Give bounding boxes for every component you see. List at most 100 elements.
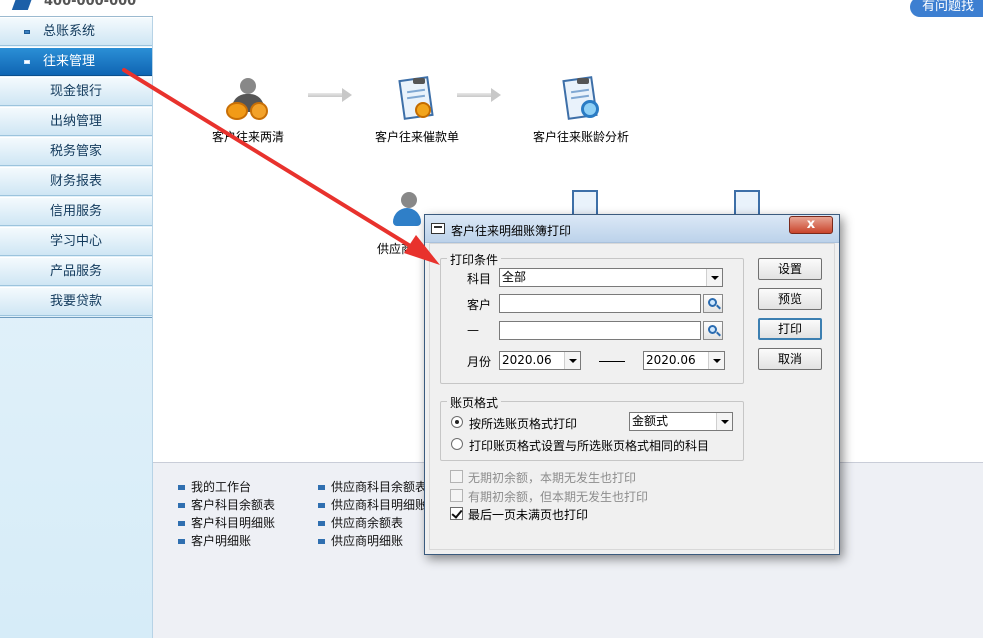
- flow-node-aging-analysis[interactable]: 客户往来账龄分析: [521, 76, 641, 145]
- print-last-page-label: 最后一页未满页也打印: [468, 508, 589, 522]
- flow-node-label: 客户往来账龄分析: [532, 130, 629, 144]
- sidebar-item-label: 学习中心: [49, 234, 102, 249]
- sidebar-item-learning-center[interactable]: 学习中心: [0, 227, 152, 256]
- bullet-icon: [178, 503, 185, 508]
- sidebar-item-financial-reports[interactable]: 财务报表: [0, 167, 152, 196]
- quick-link-workbench[interactable]: 我的工作台: [178, 478, 251, 495]
- month-to-select[interactable]: 2020.06: [643, 351, 725, 370]
- preview-button[interactable]: 预览: [758, 288, 822, 310]
- format-option-selected-label: 按所选账页格式打印: [469, 417, 578, 431]
- page-format-group: 账页格式 按所选账页格式打印 金额式 打印账页格式设置与所选账页格式相同的科目: [440, 394, 744, 461]
- chevron-down-icon: [706, 269, 722, 286]
- quick-link-supplier-detail[interactable]: 供应商明细账: [318, 532, 403, 549]
- sidebar-item-cash-bank[interactable]: 现金银行: [0, 77, 152, 106]
- quick-link-label: 客户科目明细账: [191, 516, 276, 530]
- sidebar-item-label: 现金银行: [49, 84, 102, 99]
- dialog-body: 打印条件 科目 全部 客户 — 月份 2020.06 2020.06 设置 预览…: [429, 243, 835, 550]
- sidebar-item-accounts-management[interactable]: 往来管理: [0, 47, 152, 76]
- sidebar-logo: 400-000-000: [0, 0, 153, 17]
- quick-link-label: 供应商余额表: [331, 516, 404, 530]
- brand-logo-icon: [11, 0, 33, 10]
- page-format-select[interactable]: 金额式: [629, 412, 733, 431]
- sidebar-item-tax-manager[interactable]: 税务管家: [0, 137, 152, 166]
- quick-link-label: 供应商明细账: [331, 534, 404, 548]
- sidebar-item-label: 出纳管理: [49, 114, 102, 129]
- sidebar-item-product-services[interactable]: 产品服务: [0, 257, 152, 286]
- sidebar: 400-000-000 总账系统 往来管理 现金银行 出纳管理 税务管家 财务报…: [0, 0, 153, 638]
- setup-button[interactable]: 设置: [758, 258, 822, 280]
- sidebar-divider: [0, 317, 152, 318]
- customer-coins-icon: [224, 76, 272, 124]
- sidebar-item-label: 总账系统: [43, 24, 96, 39]
- supplier-icon: [393, 190, 427, 236]
- group-legend: 打印条件: [447, 251, 502, 268]
- quick-link-label: 供应商科目明细账: [331, 498, 428, 512]
- sidebar-item-credit-services[interactable]: 信用服务: [0, 197, 152, 226]
- customer-end-input[interactable]: [499, 321, 701, 340]
- aging-analysis-icon: [557, 76, 605, 124]
- quick-link-label: 我的工作台: [191, 480, 252, 494]
- month-to-value: 2020.06: [646, 353, 696, 367]
- customer-end-search-button[interactable]: [703, 321, 723, 340]
- print-no-opening-balance-checkbox[interactable]: [450, 470, 463, 483]
- sidebar-item-general-ledger[interactable]: 总账系统: [0, 17, 152, 46]
- sidebar-item-label: 财务报表: [49, 174, 102, 189]
- flow-node-dunning-letter[interactable]: 客户往来催款单: [357, 76, 477, 145]
- print-button[interactable]: 打印: [758, 318, 822, 340]
- quick-link-label: 客户明细账: [191, 534, 252, 548]
- print-no-opening-balance-label: 无期初余额，本期无发生也打印: [468, 471, 637, 485]
- bullet-icon: [178, 485, 185, 490]
- customer-label: 客户: [467, 298, 492, 312]
- subject-select[interactable]: 全部: [499, 268, 723, 287]
- format-option-matching-label: 打印账页格式设置与所选账页格式相同的科目: [469, 439, 710, 453]
- subject-select-value: 全部: [502, 270, 527, 284]
- close-button[interactable]: x: [789, 216, 833, 234]
- bullet-icon: [318, 503, 325, 508]
- customer-start-input[interactable]: [499, 294, 701, 313]
- group-legend: 账页格式: [447, 394, 502, 411]
- sidebar-item-label: 税务管家: [49, 144, 102, 159]
- sidebar-item-label: 产品服务: [49, 264, 102, 279]
- print-last-page-checkbox[interactable]: [450, 507, 463, 520]
- quick-link-customer-ledger[interactable]: 客户科目明细账: [178, 514, 275, 531]
- quick-link-customer-balance[interactable]: 客户科目余额表: [178, 496, 275, 513]
- customer-start-search-button[interactable]: [703, 294, 723, 313]
- quick-link-supplier-balance[interactable]: 供应商科目余额表: [318, 478, 427, 495]
- flow-arrow-icon: [308, 88, 352, 102]
- range-dash-label: —: [467, 323, 479, 337]
- dialog-titlebar[interactable]: 客户往来明细账簿打印 x: [425, 215, 839, 243]
- flow-node-customer-settlement[interactable]: 客户往来两清: [188, 76, 308, 145]
- month-from-select[interactable]: 2020.06: [499, 351, 581, 370]
- sidebar-item-label: 信用服务: [49, 204, 102, 219]
- sidebar-item-cashier[interactable]: 出纳管理: [0, 107, 152, 136]
- help-button[interactable]: 有问题找: [910, 0, 983, 17]
- bullet-icon: [318, 539, 325, 544]
- sidebar-item-loan[interactable]: 我要贷款: [0, 287, 152, 316]
- bullet-icon: [178, 521, 185, 526]
- month-range-dash: [599, 361, 625, 362]
- flow-node-label: 客户往来催款单: [374, 130, 459, 144]
- collapse-bullet-icon: [24, 60, 30, 64]
- hotline-number: 400-000-000: [44, 0, 137, 9]
- dunning-document-icon: [393, 76, 441, 124]
- format-option-matching-radio[interactable]: [451, 438, 463, 450]
- page-format-value: 金额式: [632, 414, 669, 428]
- flow-node-supplier[interactable]: 供应商: [357, 190, 427, 257]
- dialog-title: 客户往来明细账簿打印: [451, 224, 572, 238]
- quick-link-customer-detail[interactable]: 客户明细账: [178, 532, 251, 549]
- month-from-value: 2020.06: [502, 353, 552, 367]
- cancel-button[interactable]: 取消: [758, 348, 822, 370]
- chevron-down-icon: [708, 352, 724, 369]
- print-opening-no-activity-checkbox[interactable]: [450, 489, 463, 502]
- print-dialog: 客户往来明细账簿打印 x 打印条件 科目 全部 客户 — 月份 2020.06 …: [424, 214, 840, 555]
- quick-link-label: 供应商科目余额表: [331, 480, 428, 494]
- printer-window-icon: [431, 223, 445, 234]
- print-conditions-group: 打印条件 科目 全部 客户 — 月份 2020.06 2020.06: [440, 251, 744, 384]
- quick-link-supplier-ledger[interactable]: 供应商科目明细账: [318, 496, 427, 513]
- quick-link-supplier-summary[interactable]: 供应商余额表: [318, 514, 403, 531]
- print-opening-no-activity-label: 有期初余额，但本期无发生也打印: [468, 490, 649, 504]
- bullet-icon: [318, 521, 325, 526]
- collapse-bullet-icon: [24, 30, 30, 34]
- subject-label: 科目: [467, 272, 492, 286]
- format-option-selected-radio[interactable]: [451, 416, 463, 428]
